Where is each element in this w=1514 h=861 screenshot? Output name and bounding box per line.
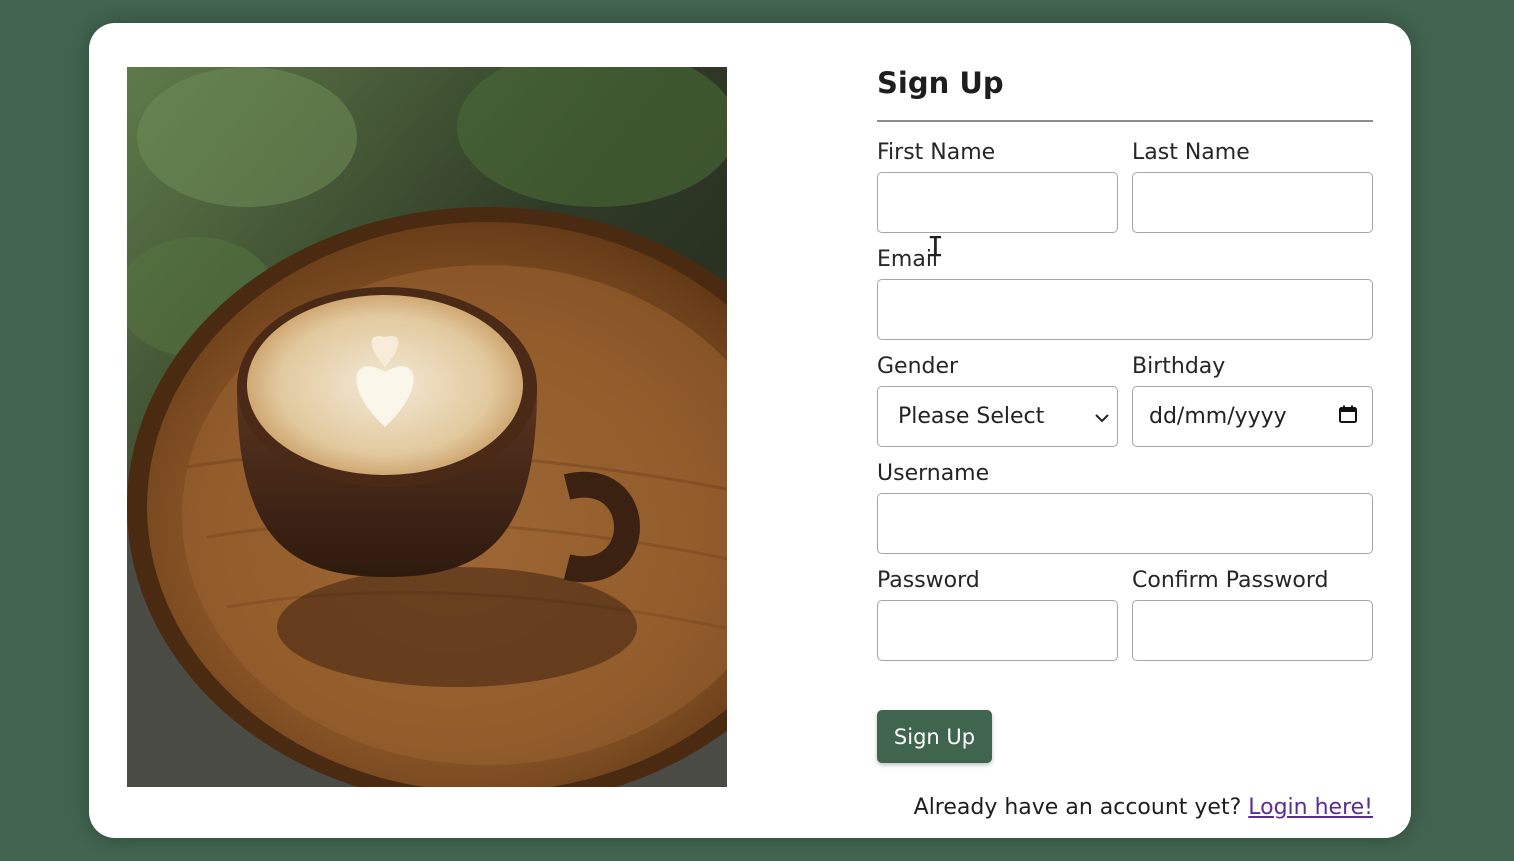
first-name-field: First Name [877, 140, 1118, 233]
gender-select[interactable]: Please Select [877, 386, 1118, 447]
sign-up-button[interactable]: Sign Up [877, 710, 992, 763]
password-field: Password [877, 568, 1118, 661]
gender-label: Gender [877, 354, 959, 379]
signup-form: Sign Up First Name Last Name Email Gende… [877, 63, 1373, 820]
confirm-password-label: Confirm Password [1132, 568, 1329, 593]
birthday-placeholder: dd/mm/yyyy [1149, 404, 1287, 429]
first-name-label: First Name [877, 140, 996, 165]
coffee-photo [127, 67, 727, 787]
calendar-icon[interactable] [1338, 404, 1358, 430]
login-prompt: Already have an account yet? Login here! [877, 793, 1373, 823]
gender-selected-value: Please Select [898, 404, 1045, 429]
signup-card: Sign Up First Name Last Name Email Gende… [89, 23, 1411, 838]
login-link[interactable]: Login here! [1248, 795, 1373, 820]
email-label: Email [877, 247, 939, 272]
gender-field: Gender Please Select [877, 354, 1118, 447]
username-label: Username [877, 461, 990, 486]
text-cursor-icon: I [927, 230, 944, 263]
birthday-label: Birthday [1132, 354, 1226, 379]
first-name-input[interactable] [877, 172, 1118, 233]
confirm-password-input[interactable] [1132, 600, 1373, 661]
title-divider [877, 120, 1373, 122]
password-label: Password [877, 568, 980, 593]
confirm-password-field: Confirm Password [1132, 568, 1373, 661]
email-field: Email [877, 247, 1373, 340]
birthday-field: Birthday dd/mm/yyyy [1132, 354, 1373, 447]
username-input[interactable] [877, 493, 1373, 554]
chevron-down-icon [1095, 404, 1109, 429]
username-field: Username [877, 461, 1373, 554]
form-title: Sign Up [877, 66, 1004, 100]
email-input[interactable] [877, 279, 1373, 340]
password-input[interactable] [877, 600, 1118, 661]
login-prompt-text: Already have an account yet? [913, 795, 1242, 820]
last-name-label: Last Name [1132, 140, 1250, 165]
birthday-date-input[interactable]: dd/mm/yyyy [1132, 386, 1373, 447]
last-name-field: Last Name [1132, 140, 1373, 233]
last-name-input[interactable] [1132, 172, 1373, 233]
